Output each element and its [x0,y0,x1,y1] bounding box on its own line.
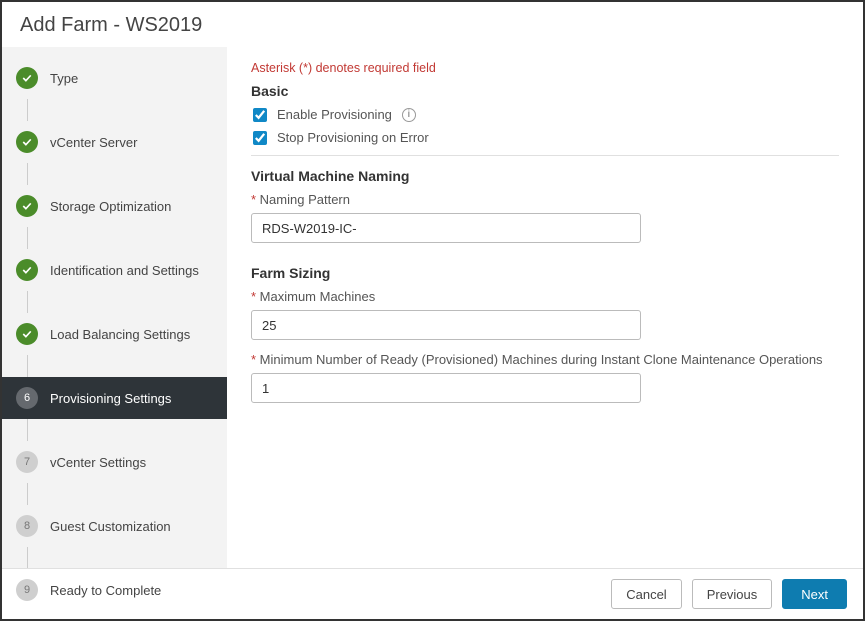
step-type[interactable]: Type [2,57,227,99]
step-ready-complete[interactable]: 9 Ready to Complete [2,569,227,611]
step-label: vCenter Settings [50,455,146,470]
step-connector [27,355,227,377]
required-note: Asterisk (*) denotes required field [251,61,839,75]
check-icon [16,195,38,217]
step-label: Identification and Settings [50,263,199,278]
step-label: Storage Optimization [50,199,171,214]
step-guest-customization[interactable]: 8 Guest Customization [2,505,227,547]
wizard-steps: Type vCenter Server Storage Optimization… [2,47,227,568]
divider [251,155,839,156]
stop-on-error-checkbox[interactable] [253,131,267,145]
step-label: Guest Customization [50,519,171,534]
step-number-icon: 9 [16,579,38,601]
enable-provisioning-row[interactable]: Enable Provisioning i [253,107,839,122]
naming-pattern-label: Naming Pattern [251,192,839,207]
step-number-icon: 6 [16,387,38,409]
max-machines-input[interactable] [251,310,641,340]
step-connector [27,99,227,121]
step-connector [27,163,227,185]
step-label: Load Balancing Settings [50,327,190,342]
step-connector [27,291,227,313]
enable-provisioning-checkbox[interactable] [253,108,267,122]
max-machines-label: Maximum Machines [251,289,839,304]
naming-pattern-input[interactable] [251,213,641,243]
step-identification-settings[interactable]: Identification and Settings [2,249,227,291]
step-connector [27,227,227,249]
check-icon [16,67,38,89]
check-icon [16,323,38,345]
min-ready-label: Minimum Number of Ready (Provisioned) Ma… [251,352,839,367]
form-panel: Asterisk (*) denotes required field Basi… [227,47,863,568]
check-icon [16,131,38,153]
min-ready-input[interactable] [251,373,641,403]
step-connector [27,483,227,505]
step-connector [27,547,227,569]
next-button[interactable]: Next [782,579,847,609]
dialog-body: Type vCenter Server Storage Optimization… [2,47,863,568]
step-load-balancing[interactable]: Load Balancing Settings [2,313,227,355]
step-vcenter-settings[interactable]: 7 vCenter Settings [2,441,227,483]
step-label: Type [50,71,78,86]
section-vm-naming-title: Virtual Machine Naming [251,168,839,184]
stop-on-error-label: Stop Provisioning on Error [277,130,429,145]
section-basic-title: Basic [251,83,839,99]
section-farm-sizing-title: Farm Sizing [251,265,839,281]
step-number-icon: 8 [16,515,38,537]
previous-button[interactable]: Previous [692,579,773,609]
check-icon [16,259,38,281]
stop-on-error-row[interactable]: Stop Provisioning on Error [253,130,839,145]
step-label: Provisioning Settings [50,391,171,406]
step-provisioning-settings[interactable]: 6 Provisioning Settings [2,377,227,419]
step-label: Ready to Complete [50,583,161,598]
info-icon[interactable]: i [402,108,416,122]
step-label: vCenter Server [50,135,137,150]
step-connector [27,419,227,441]
dialog-add-farm: Add Farm - WS2019 Type vCenter Server St… [0,0,865,621]
step-storage-optimization[interactable]: Storage Optimization [2,185,227,227]
step-vcenter-server[interactable]: vCenter Server [2,121,227,163]
cancel-button[interactable]: Cancel [611,579,681,609]
dialog-title: Add Farm - WS2019 [2,2,863,47]
enable-provisioning-label: Enable Provisioning [277,107,392,122]
step-number-icon: 7 [16,451,38,473]
